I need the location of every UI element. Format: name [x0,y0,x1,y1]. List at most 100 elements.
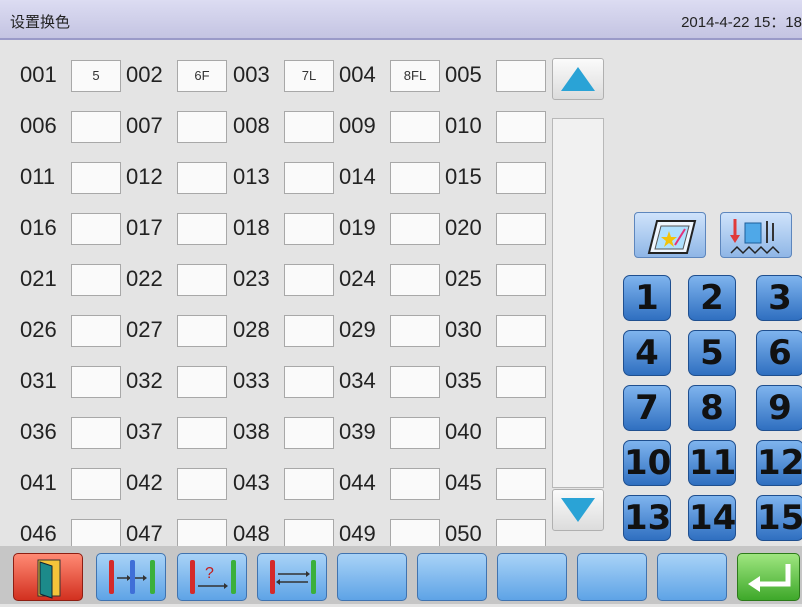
color-slot: 041 [0,462,121,504]
title-bar: 设置换色 2014-4-22 15：18 [0,0,802,40]
slot-number: 011 [20,164,56,189]
slot-number: 016 [20,215,57,240]
color-slot: 026 [0,309,121,351]
slot-number: 023 [233,266,270,291]
color-slot: 037 [106,411,227,453]
slot-number: 028 [233,317,270,342]
key-10[interactable]: 10 [623,440,671,486]
color-slot: 039 [319,411,440,453]
key-14[interactable]: 14 [688,495,736,541]
key-11[interactable]: 11 [688,440,736,486]
slot-number: 010 [445,113,482,138]
slot-number: 044 [339,470,376,495]
needle-query-button[interactable]: ? [177,553,247,601]
color-slot: 043 [213,462,334,504]
key-13[interactable]: 13 [623,495,671,541]
clock: 2014-4-22 15：18 [681,14,802,31]
enter-button[interactable] [737,553,800,601]
slot-number: 012 [126,164,163,189]
color-slot: 040 [425,411,546,453]
key-1[interactable]: 1 [623,275,671,321]
color-slot: 027 [106,309,227,351]
color-slot: 007 [106,105,227,147]
key-6[interactable]: 6 [756,330,802,376]
slot-number: 014 [339,164,376,189]
slot-number: 017 [126,215,163,240]
slot-number: 039 [339,419,376,444]
enter-icon [748,564,791,592]
key-8[interactable]: 8 [688,385,736,431]
slot-number: 004 [339,62,376,87]
scroll-track[interactable] [552,118,604,488]
color-slot: 028 [213,309,334,351]
slot-value-field[interactable] [496,60,546,92]
slot-number: 026 [20,317,57,342]
slot-number: 024 [339,266,376,291]
needle-stitch-button[interactable] [720,212,792,258]
key-7[interactable]: 7 [623,385,671,431]
key-2[interactable]: 2 [688,275,736,321]
key-15[interactable]: 15 [756,495,802,541]
slot-value-field[interactable] [496,213,546,245]
color-slot: 012 [106,156,227,198]
key-4[interactable]: 4 [623,330,671,376]
color-slot: 010 [425,105,546,147]
color-slot: 009 [319,105,440,147]
needle-exchange-icon [270,560,316,594]
blank-button[interactable] [337,553,407,601]
slot-number: 020 [445,215,482,240]
exit-door-icon [37,559,61,599]
slot-number: 015 [445,164,482,189]
color-slot: 004 8FL [319,54,440,96]
slot-number: 034 [339,368,376,393]
slot-number: 033 [233,368,270,393]
color-slot: 013 [213,156,334,198]
slot-number: 043 [233,470,270,495]
slot-value-field[interactable] [496,417,546,449]
color-slot: 020 [425,207,546,249]
slot-number: 029 [339,317,376,342]
color-slot: 033 [213,360,334,402]
color-slot: 014 [319,156,440,198]
color-slot: 006 [0,105,121,147]
color-slot: 001 5 [0,54,121,96]
slot-number: 038 [233,419,270,444]
color-slot: 030 [425,309,546,351]
scroll-up-button[interactable] [552,58,604,100]
blank-button[interactable] [657,553,727,601]
slot-number: 008 [233,113,270,138]
slot-value-field[interactable] [496,162,546,194]
slot-value-field[interactable] [496,264,546,296]
down-arrow-icon [561,498,595,522]
key-9[interactable]: 9 [756,385,802,431]
color-slot: 034 [319,360,440,402]
blank-button[interactable] [417,553,487,601]
needle-swap-button[interactable] [96,553,166,601]
color-slot: 008 [213,105,334,147]
color-slot: 031 [0,360,121,402]
needle-query-icon: ? [190,560,236,594]
slot-value-field[interactable] [496,315,546,347]
slot-number: 019 [339,215,376,240]
key-12[interactable]: 12 [756,440,802,486]
slot-number: 045 [445,470,482,495]
key-3[interactable]: 3 [756,275,802,321]
color-slot: 011 [0,156,121,198]
blank-button[interactable] [497,553,567,601]
slot-number: 027 [126,317,163,342]
frame-button[interactable] [634,212,706,258]
needle-exchange-button[interactable] [257,553,327,601]
exit-button[interactable] [13,553,83,601]
scroll-down-button[interactable] [552,489,604,531]
slot-value-field[interactable] [496,111,546,143]
key-5[interactable]: 5 [688,330,736,376]
slot-number: 036 [20,419,57,444]
slot-value-field[interactable] [496,468,546,500]
slot-value-field[interactable] [496,366,546,398]
blank-button[interactable] [577,553,647,601]
slot-number: 025 [445,266,482,291]
color-slot: 017 [106,207,227,249]
slot-number: 021 [20,266,57,291]
slot-number: 013 [233,164,270,189]
slot-number: 018 [233,215,270,240]
